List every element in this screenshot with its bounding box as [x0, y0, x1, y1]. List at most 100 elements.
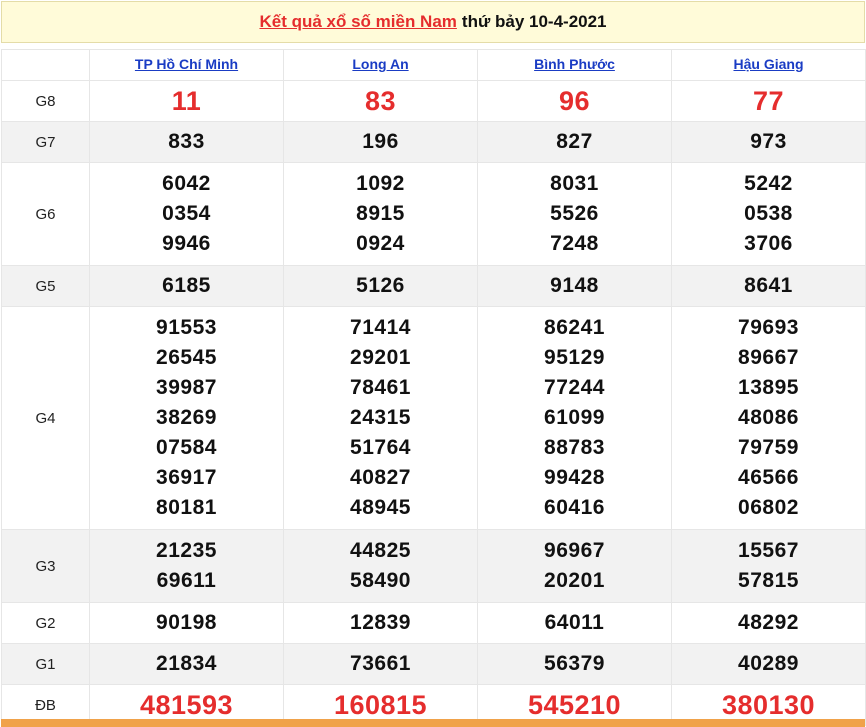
- winning-number: 0538: [744, 202, 793, 225]
- winning-number: 20201: [544, 569, 605, 592]
- prize-cell: 90198: [89, 602, 284, 644]
- prize-cell: 44825 58490: [283, 529, 478, 603]
- prize-cell: 196: [283, 121, 478, 163]
- province-cell: Long An: [283, 49, 478, 81]
- winning-number: 56379: [544, 652, 605, 675]
- winning-number: 83: [364, 86, 397, 116]
- winning-number: 0924: [356, 232, 405, 255]
- prize-cell: 11: [89, 80, 284, 122]
- prize-cell: 73661: [283, 643, 478, 685]
- winning-number: 69611: [156, 569, 217, 592]
- winning-number: 96: [558, 86, 591, 116]
- results-title-bar: Kết quả xổ số miền Nam thứ bảy 10-4-2021: [1, 1, 865, 43]
- winning-number: 1092: [356, 172, 405, 195]
- prize-row: G1 21834 73661 56379 40289: [1, 643, 866, 685]
- prize-cell: 6042 0354 9946: [89, 162, 284, 266]
- province-link[interactable]: Hậu Giang: [733, 56, 803, 72]
- prize-cell: 96967 20201: [477, 529, 672, 603]
- winning-number: 78461: [350, 376, 411, 399]
- winning-number: 57815: [738, 569, 799, 592]
- prize-row: G8 11 83 96 77: [1, 80, 866, 122]
- winning-number: 8915: [356, 202, 405, 225]
- winning-number: 91553: [156, 316, 217, 339]
- winning-number: 95129: [544, 346, 605, 369]
- prize-label: G6: [1, 162, 90, 266]
- prize-cell: 8031 5526 7248: [477, 162, 672, 266]
- prize-cell: 1092 8915 0924: [283, 162, 478, 266]
- winning-number: 7248: [550, 232, 599, 255]
- prize-cell: 77: [671, 80, 866, 122]
- winning-number: 29201: [350, 346, 411, 369]
- province-cell: Bình Phước: [477, 49, 672, 81]
- prize-cell: 8641: [671, 265, 866, 307]
- province-link[interactable]: Bình Phước: [534, 56, 615, 72]
- winning-number: 44825: [350, 539, 411, 562]
- prize-cell: 48292: [671, 602, 866, 644]
- winning-number: 77: [752, 86, 785, 116]
- winning-number: 48945: [350, 496, 411, 519]
- prize-row: G4 91553 26545 39987 38269 07584 36917 80181 714…: [1, 306, 866, 530]
- winning-number: 0354: [162, 202, 211, 225]
- winning-number: 89667: [738, 346, 799, 369]
- prize-row: G3 21235 69611 44825 58490 96967 20201 15567 578…: [1, 529, 866, 603]
- winning-number: 26545: [156, 346, 217, 369]
- prize-cell: 21235 69611: [89, 529, 284, 603]
- prize-row: G5 6185 5126 9148 8641: [1, 265, 866, 307]
- winning-number: 46566: [738, 466, 799, 489]
- winning-number: 40289: [738, 652, 799, 675]
- winning-number: 90198: [156, 611, 217, 634]
- winning-number: 827: [556, 130, 593, 153]
- header-corner-cell: [1, 49, 90, 81]
- prize-cell: 91553 26545 39987 38269 07584 36917 80181: [89, 306, 284, 530]
- prize-cell: 827: [477, 121, 672, 163]
- winning-number: 481593: [139, 690, 234, 720]
- winning-number: 77244: [544, 376, 605, 399]
- winning-number: 71414: [350, 316, 411, 339]
- winning-number: 21235: [156, 539, 217, 562]
- prize-cell: 40289: [671, 643, 866, 685]
- winning-number: 64011: [544, 611, 605, 634]
- winning-number: 07584: [156, 436, 217, 459]
- province-link[interactable]: TP Hồ Chí Minh: [135, 56, 238, 72]
- winning-number: 380130: [721, 690, 816, 720]
- winning-number: 48292: [738, 611, 799, 634]
- winning-number: 6042: [162, 172, 211, 195]
- bottom-divider-strip: [1, 719, 865, 727]
- winning-number: 8641: [744, 274, 793, 297]
- prize-label: G1: [1, 643, 90, 685]
- winning-number: 3706: [744, 232, 793, 255]
- winning-number: 38269: [156, 406, 217, 429]
- winning-number: 80181: [156, 496, 217, 519]
- prize-cell: 12839: [283, 602, 478, 644]
- province-link[interactable]: Long An: [352, 56, 408, 72]
- winning-number: 6185: [162, 274, 211, 297]
- winning-number: 12839: [350, 611, 411, 634]
- province-cell: TP Hồ Chí Minh: [89, 49, 284, 81]
- prize-label: G2: [1, 602, 90, 644]
- province-cell: Hậu Giang: [671, 49, 866, 81]
- prize-cell: 56379: [477, 643, 672, 685]
- winning-number: 545210: [527, 690, 622, 720]
- winning-number: 5526: [550, 202, 599, 225]
- winning-number: 196: [362, 130, 399, 153]
- region-results-link[interactable]: Kết quả xổ số miền Nam: [259, 12, 456, 32]
- winning-number: 15567: [738, 539, 799, 562]
- winning-number: 73661: [350, 652, 411, 675]
- prize-cell: 79693 89667 13895 48086 79759 46566 06802: [671, 306, 866, 530]
- winning-number: 160815: [333, 690, 428, 720]
- winning-number: 973: [750, 130, 787, 153]
- prize-label: G5: [1, 265, 90, 307]
- province-header-row: TP Hồ Chí Minh Long An Bình Phước Hậu Gi…: [1, 49, 866, 81]
- prize-label: G4: [1, 306, 90, 530]
- winning-number: 36917: [156, 466, 217, 489]
- winning-number: 8031: [550, 172, 599, 195]
- prize-cell: 64011: [477, 602, 672, 644]
- prize-label: G7: [1, 121, 90, 163]
- winning-number: 9946: [162, 232, 211, 255]
- prize-row: G6 6042 0354 9946 1092 8915 0924 8031 5526 7248 52…: [1, 162, 866, 266]
- winning-number: 79693: [738, 316, 799, 339]
- results-table: TP Hồ Chí Minh Long An Bình Phước Hậu Gi…: [1, 49, 866, 726]
- prize-label: G3: [1, 529, 90, 603]
- winning-number: 39987: [156, 376, 217, 399]
- winning-number: 21834: [156, 652, 217, 675]
